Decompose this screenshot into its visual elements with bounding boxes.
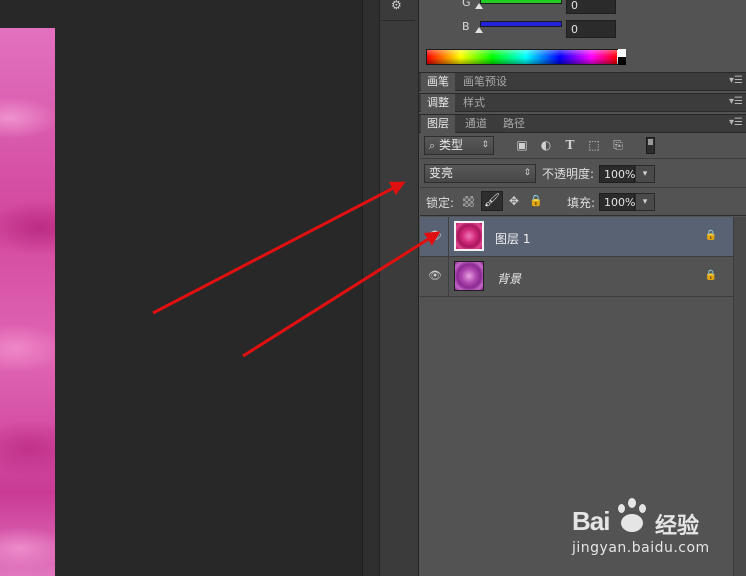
filter-shape-icon[interactable]: ⬚	[586, 137, 602, 153]
watermark-brand-suffix: 经验	[655, 514, 700, 539]
layer-lock-icon: 🔒	[704, 230, 717, 241]
brush-tabbar: 画笔 画笔预设 ▾☰	[419, 72, 746, 91]
lock-label: 锁定:	[426, 196, 455, 210]
color-g-slider-handle[interactable]	[475, 3, 483, 9]
watermark-brand-latin: Bai	[572, 506, 610, 536]
canvas-panel-divider[interactable]	[362, 0, 380, 576]
baidu-jingyan-watermark: Bai 经验 jingyan.baidu.com	[570, 496, 740, 560]
visibility-eye-icon[interactable]: 👁	[428, 230, 442, 242]
color-spectrum-bar[interactable]	[426, 49, 626, 65]
layer-row[interactable]: 👁 图层 1 🔒	[420, 217, 733, 257]
color-b-value-field[interactable]: 0	[566, 20, 616, 38]
filter-kind-label: 类型	[439, 138, 464, 152]
filter-smart-object-icon[interactable]: ⎘	[610, 137, 626, 153]
search-icon: ⌕	[429, 139, 436, 152]
select-arrow-icon: ⇕	[523, 168, 531, 178]
blend-mode-value: 变亮	[429, 166, 454, 180]
fill-dropdown-button[interactable]: ▾	[635, 193, 655, 211]
lock-position-icon[interactable]: ✥	[506, 193, 522, 209]
tab-brush[interactable]: 画笔	[421, 73, 455, 91]
lock-transparent-pixels-icon[interactable]	[463, 196, 474, 207]
opacity-label: 不透明度:	[542, 167, 595, 181]
tab-adjustments[interactable]: 调整	[421, 94, 455, 112]
panel-menu-icon[interactable]: ▾☰	[729, 117, 743, 129]
filter-adjustment-icon[interactable]: ◐	[538, 137, 554, 153]
color-g-value-field[interactable]: 0	[566, 0, 616, 14]
layer-name[interactable]: 图层 1	[495, 230, 530, 247]
collapsed-panel-strip	[379, 0, 419, 576]
fill-label: 填充:	[567, 196, 596, 210]
opacity-dropdown-button[interactable]: ▾	[635, 165, 655, 183]
panel-toggle-icon[interactable]: ⚙	[391, 0, 405, 12]
blend-mode-select[interactable]: 变亮 ⇕	[424, 164, 536, 183]
filter-pixel-icon[interactable]: ▣	[514, 137, 530, 153]
layer-name[interactable]: 背景	[497, 270, 521, 287]
visibility-eye-icon[interactable]: 👁	[428, 270, 442, 282]
filter-toggle-switch[interactable]	[646, 137, 655, 154]
layer-filter-select[interactable]: ⌕ 类型 ⇕	[424, 136, 494, 155]
tab-brush-presets[interactable]: 画笔预设	[457, 73, 513, 91]
spectrum-black-white-swatch[interactable]	[618, 49, 626, 65]
select-arrow-icon: ⇕	[481, 140, 489, 150]
lock-image-pixels-icon[interactable]: 🖌	[481, 191, 503, 211]
watermark-url: jingyan.baidu.com	[572, 540, 710, 556]
color-b-label: B	[462, 20, 470, 33]
tab-styles[interactable]: 样式	[457, 94, 491, 112]
opacity-input[interactable]: 100%	[599, 165, 635, 183]
filter-type-icon[interactable]: T	[562, 137, 578, 153]
tab-paths[interactable]: 路径	[497, 115, 531, 133]
color-g-slider[interactable]	[480, 0, 562, 4]
canvas-image[interactable]	[0, 28, 55, 576]
color-b-slider-handle[interactable]	[475, 27, 483, 33]
layer-thumbnail[interactable]	[454, 261, 484, 291]
paw-logo-icon	[614, 498, 654, 536]
adjustments-tabbar: 调整 样式 ▾☰	[419, 93, 746, 112]
panel-menu-icon[interactable]: ▾☰	[729, 75, 743, 87]
tab-layers[interactable]: 图层	[421, 115, 455, 133]
layer-thumbnail[interactable]	[454, 221, 484, 251]
layer-row[interactable]: 👁 背景 🔒	[420, 257, 733, 297]
panel-menu-icon[interactable]: ▾☰	[729, 96, 743, 108]
color-g-label: G	[462, 0, 471, 9]
layers-tabbar: 图层 通道 路径 ▾☰	[419, 114, 746, 133]
fill-input[interactable]: 100%	[599, 193, 635, 211]
layer-lock-icon: 🔒	[704, 270, 717, 281]
color-b-slider[interactable]	[480, 21, 562, 27]
tab-channels[interactable]: 通道	[459, 115, 493, 133]
strip-divider	[381, 20, 415, 21]
lock-all-icon[interactable]: 🔒	[528, 193, 544, 209]
